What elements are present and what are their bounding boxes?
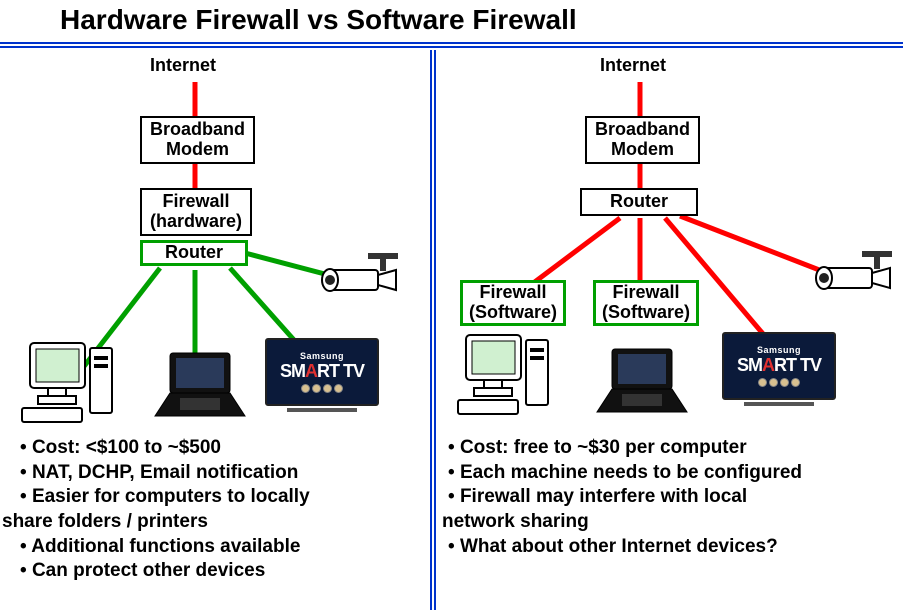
smart-tv-icon: Samsung SMART TV: [265, 338, 379, 412]
router-box: Router: [580, 188, 698, 216]
internet-text: Internet: [150, 55, 216, 75]
security-camera-icon: [812, 246, 902, 306]
fw2-line2: (Software): [602, 303, 690, 323]
hardware-firewall-box: Firewall (hardware): [140, 188, 252, 236]
smarttv-brand: Samsung: [757, 345, 801, 355]
bullet-item: • Cost: <$100 to ~$500: [20, 436, 422, 461]
bullet-item: • Additional functions available: [20, 535, 422, 560]
bullet-continuation: share folders / printers: [2, 510, 422, 535]
modem-line2: Modem: [150, 140, 245, 160]
fw1-line2: (Software): [469, 303, 557, 323]
bullet-item: • NAT, DCHP, Email notification: [20, 461, 422, 486]
fw-line2: (hardware): [150, 212, 242, 232]
laptop-icon: [592, 344, 692, 429]
page-title: Hardware Firewall vs Software Firewall: [0, 0, 903, 36]
fw2-line1: Firewall: [602, 283, 690, 303]
fw1-line1: Firewall: [469, 283, 557, 303]
software-firewall-1-box: Firewall (Software): [460, 280, 566, 326]
router-text: Router: [165, 242, 223, 262]
router-text: Router: [610, 191, 668, 211]
hardware-firewall-panel: Internet Broadband Modem Firewall (hardw…: [0, 48, 430, 615]
internet-text: Internet: [600, 55, 666, 75]
router-box: Router: [140, 240, 248, 266]
software-firewall-panel: Internet Broadband Modem Router Firewall…: [440, 48, 900, 615]
software-bullets: • Cost: free to ~$30 per computer • Each…: [448, 436, 892, 559]
modem-line1: Broadband: [150, 120, 245, 140]
bullet-item: • Cost: free to ~$30 per computer: [448, 436, 892, 461]
security-camera-icon: [318, 248, 408, 308]
broadband-modem-box: Broadband Modem: [140, 116, 255, 164]
desktop-computer-icon: [456, 330, 556, 425]
hardware-diagram: Internet Broadband Modem Firewall (hardw…: [0, 48, 430, 428]
software-diagram: Internet Broadband Modem Router Firewall…: [440, 48, 900, 428]
modem-line2: Modem: [595, 140, 690, 160]
broadband-modem-box: Broadband Modem: [585, 116, 700, 164]
bullet-item: • Easier for computers to locally: [20, 485, 422, 510]
vertical-divider: [430, 50, 436, 610]
laptop-icon: [150, 348, 250, 433]
smarttv-text: SMART TV: [737, 355, 821, 376]
software-firewall-2-box: Firewall (Software): [593, 280, 699, 326]
hardware-bullets: • Cost: <$100 to ~$500 • NAT, DCHP, Emai…: [20, 436, 422, 584]
smarttv-text: SMART TV: [280, 361, 364, 382]
bullet-item: • Each machine needs to be configured: [448, 461, 892, 486]
modem-line1: Broadband: [595, 120, 690, 140]
smarttv-brand: Samsung: [300, 351, 344, 361]
main-area: Internet Broadband Modem Firewall (hardw…: [0, 48, 903, 615]
bullet-item: • Firewall may interfere with local: [448, 485, 892, 510]
fw-line1: Firewall: [150, 192, 242, 212]
internet-label: Internet: [150, 56, 216, 76]
title-bar: Hardware Firewall vs Software Firewall: [0, 0, 903, 48]
internet-label: Internet: [600, 56, 666, 76]
desktop-computer-icon: [20, 338, 120, 433]
bullet-item: • What about other Internet devices?: [448, 535, 892, 560]
bullet-continuation: network sharing: [442, 510, 892, 535]
bullet-item: • Can protect other devices: [20, 559, 422, 584]
smart-tv-icon: Samsung SMART TV: [722, 332, 836, 406]
